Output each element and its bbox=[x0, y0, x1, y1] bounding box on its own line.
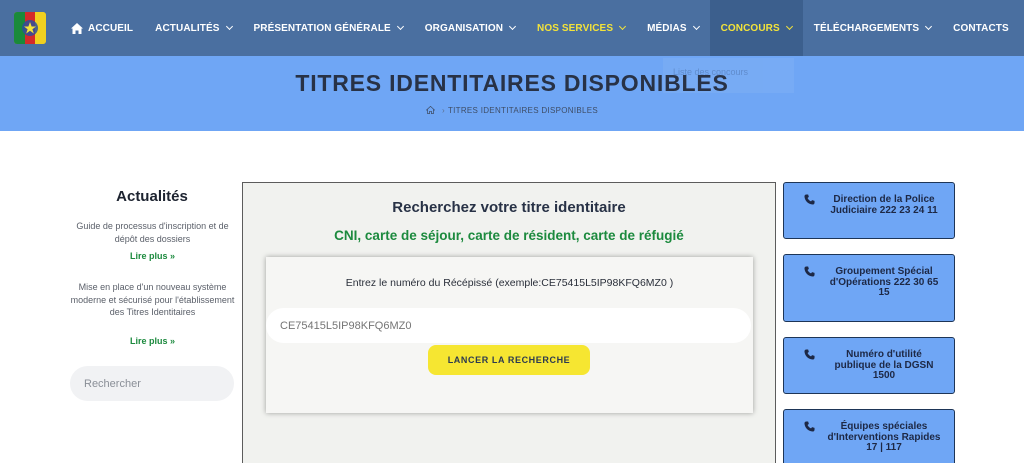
phone-icon bbox=[804, 421, 815, 432]
breadcrumb-home-icon[interactable] bbox=[425, 106, 435, 114]
receipt-number-input[interactable] bbox=[266, 308, 751, 343]
search-input[interactable] bbox=[70, 366, 234, 401]
read-more-link[interactable]: Lire plus » bbox=[70, 251, 235, 261]
nav-medias[interactable]: MÉDIAS bbox=[636, 0, 710, 56]
nav-organisation[interactable]: ORGANISATION bbox=[414, 0, 526, 56]
contact-text: Groupement Spécial d'Opérations 222 30 6… bbox=[829, 266, 939, 298]
news-title: Actualités bbox=[116, 188, 188, 205]
contact-text: Numéro d'utilité publique de la DGSN 150… bbox=[834, 349, 934, 381]
chevron-down-icon bbox=[925, 22, 933, 31]
nav-organisation-label: ORGANISATION bbox=[424, 22, 504, 34]
nav-contacts-label: CONTACTS bbox=[953, 22, 1009, 34]
contact-card[interactable]: Numéro d'utilité publique de la DGSN 150… bbox=[783, 337, 955, 394]
nav-actualites-label: ACTUALITÉS bbox=[155, 22, 220, 34]
contact-text: Équipes spéciales d'Interventions Rapide… bbox=[827, 421, 941, 453]
nav-actualites[interactable]: ACTUALITÉS bbox=[144, 0, 242, 56]
search-panel: Recherchez votre titre identitaire CNI, … bbox=[242, 182, 776, 463]
panel-title: Recherchez votre titre identitaire bbox=[392, 199, 626, 216]
breadcrumb: › TITRES IDENTITAIRES DISPONIBLES bbox=[0, 106, 1024, 115]
contact-card[interactable]: Direction de la Police Judiciaire 222 23… bbox=[783, 182, 955, 239]
nav-services-label: NOS SERVICES bbox=[537, 22, 614, 34]
sidebar-search bbox=[70, 366, 234, 401]
receipt-field-label: Entrez le numéro du Récépissé (exemple:C… bbox=[345, 277, 674, 289]
top-navbar: ACCUEIL ACTUALITÉS PRÉSENTATION GÉNÉRALE… bbox=[0, 0, 1024, 56]
home-icon bbox=[71, 22, 83, 34]
page-title: TITRES IDENTITAIRES DISPONIBLES bbox=[295, 70, 729, 96]
search-button[interactable]: LANCER LA RECHERCHE bbox=[428, 345, 590, 375]
chevron-down-icon bbox=[225, 22, 233, 31]
main-nav: ACCUEIL ACTUALITÉS PRÉSENTATION GÉNÉRALE… bbox=[60, 0, 1020, 56]
news-item[interactable]: Guide de processus d'inscription et de d… bbox=[70, 220, 235, 245]
phone-icon bbox=[804, 266, 815, 277]
phone-icon bbox=[804, 349, 815, 360]
nav-telechargements-label: TÉLÉCHARGEMENTS bbox=[813, 22, 920, 34]
nav-telechargements[interactable]: TÉLÉCHARGEMENTS bbox=[803, 0, 942, 56]
chevron-down-icon bbox=[509, 22, 517, 31]
search-form-card: Entrez le numéro du Récépissé (exemple:C… bbox=[266, 257, 753, 413]
site-logo[interactable] bbox=[14, 12, 46, 44]
nav-medias-label: MÉDIAS bbox=[647, 22, 687, 34]
nav-accueil-label: ACCUEIL bbox=[88, 22, 134, 34]
nav-accueil[interactable]: ACCUEIL bbox=[60, 0, 144, 56]
nav-presentation[interactable]: PRÉSENTATION GÉNÉRALE bbox=[243, 0, 414, 56]
chevron-down-icon bbox=[396, 22, 404, 31]
nav-services[interactable]: NOS SERVICES bbox=[526, 0, 636, 56]
chevron-down-icon bbox=[785, 22, 793, 31]
breadcrumb-current: TITRES IDENTITAIRES DISPONIBLES bbox=[447, 106, 599, 115]
contact-card[interactable]: Groupement Spécial d'Opérations 222 30 6… bbox=[783, 254, 955, 322]
read-more-link[interactable]: Lire plus » bbox=[70, 336, 235, 346]
contact-card[interactable]: Équipes spéciales d'Interventions Rapide… bbox=[783, 409, 955, 463]
nav-contacts[interactable]: CONTACTS bbox=[942, 0, 1020, 56]
nav-concours[interactable]: CONCOURS bbox=[709, 0, 803, 56]
chevron-down-icon bbox=[692, 22, 700, 31]
nav-concours-label: CONCOURS bbox=[720, 22, 780, 34]
contact-text: Direction de la Police Judiciaire 222 23… bbox=[830, 194, 938, 216]
chevron-down-icon bbox=[619, 22, 627, 31]
panel-subtitle: CNI, carte de séjour, carte de résident,… bbox=[334, 228, 684, 243]
nav-presentation-label: PRÉSENTATION GÉNÉRALE bbox=[253, 22, 391, 34]
phone-icon bbox=[804, 194, 815, 205]
news-item[interactable]: Mise en place d'un nouveau système moder… bbox=[70, 281, 235, 319]
breadcrumb-separator: › bbox=[441, 106, 445, 115]
